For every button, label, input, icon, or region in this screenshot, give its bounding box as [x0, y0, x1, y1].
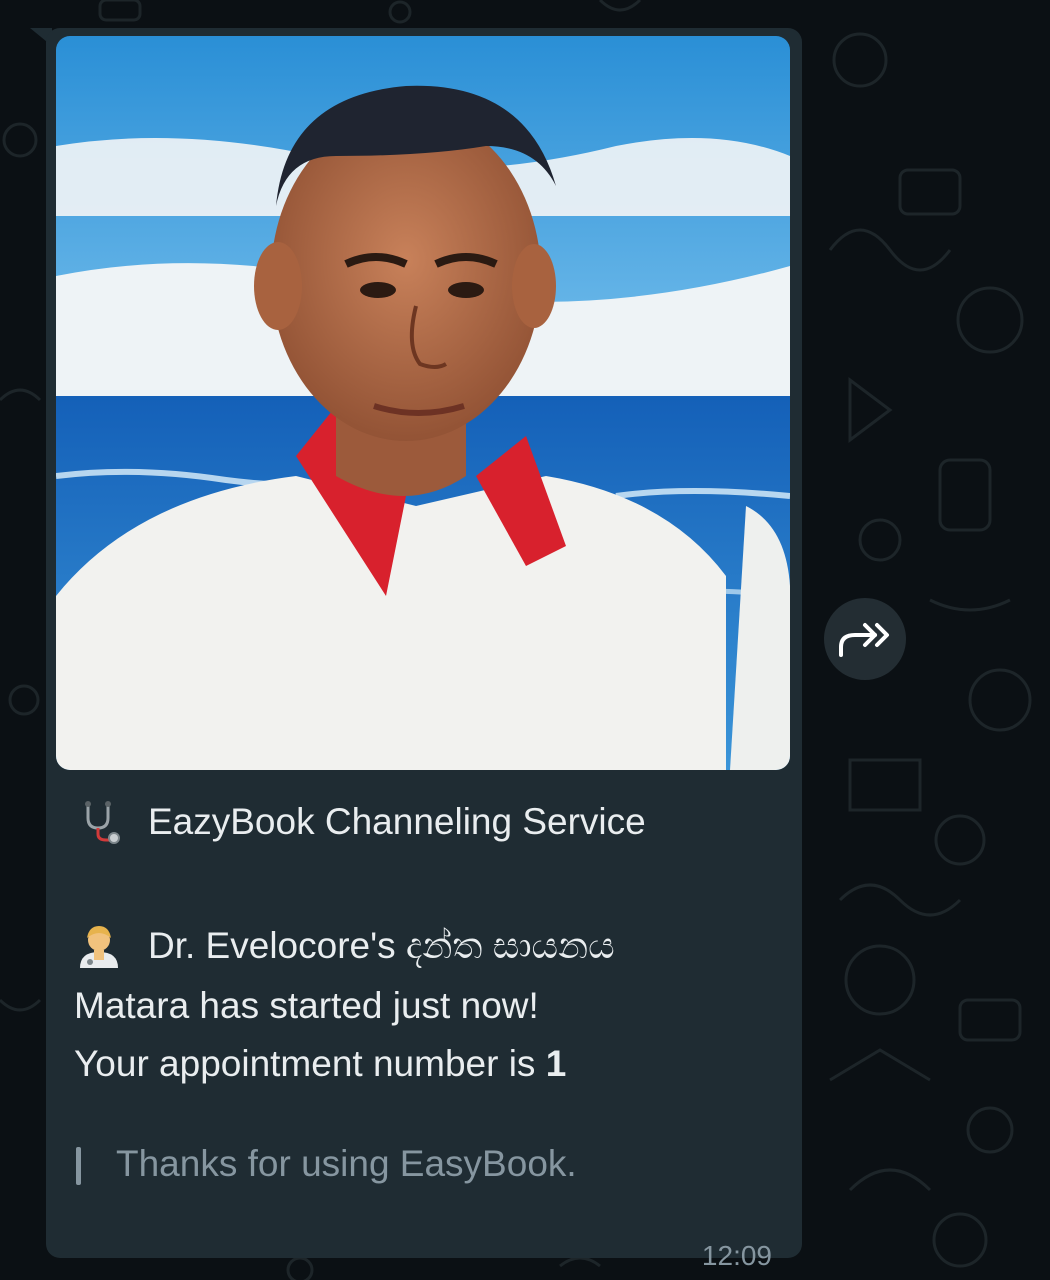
location-line: Matara has started just now! [74, 985, 539, 1026]
appointment-prefix: Your appointment number is [74, 1043, 546, 1084]
stethoscope-emoji [74, 800, 124, 844]
message-timestamp: 12:09 [701, 1240, 772, 1271]
appointment-number: 1 [545, 1043, 567, 1084]
appointment-line: Your appointment number is 1 [74, 1042, 566, 1086]
message-bubble[interactable]: EazyBook Channeling Service Dr. Evelocor… [46, 28, 802, 1271]
quote-text: Thanks for using EasyBook. [116, 1143, 577, 1184]
man-health-worker-emoji [74, 924, 124, 968]
doctor-line-text: Dr. Evelocore's දන්ත සායනය [148, 925, 615, 966]
service-title: EazyBook Channeling Service [74, 800, 646, 844]
service-title-text: EazyBook Channeling Service [148, 801, 646, 842]
doctor-line: Dr. Evelocore's දන්ත සායනය [74, 924, 615, 968]
forward-button[interactable] [824, 598, 906, 680]
quote-bar [76, 1147, 81, 1185]
forward-icon [839, 623, 889, 657]
sender-photo[interactable] [56, 36, 790, 770]
sender-photo-art [56, 36, 790, 770]
